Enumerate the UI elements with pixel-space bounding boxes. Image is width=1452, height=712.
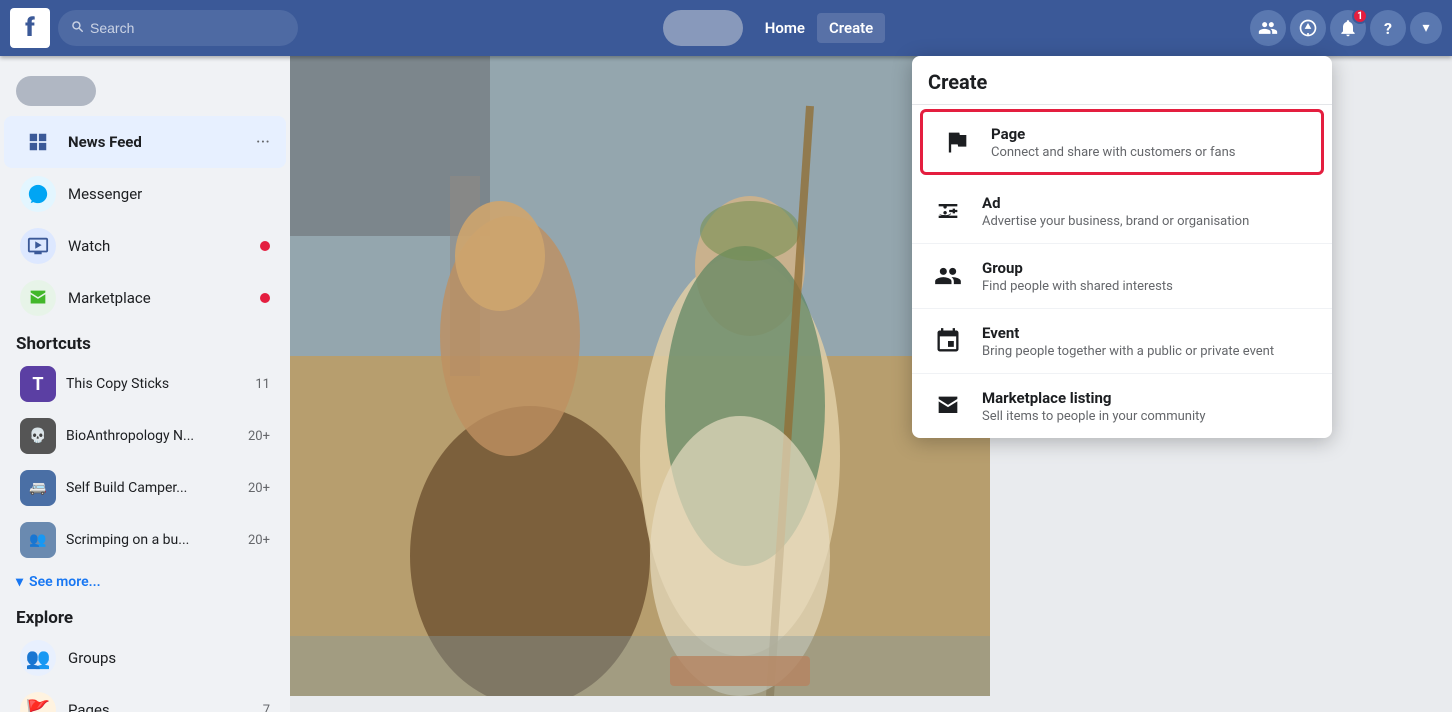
- shortcuts-label: Shortcuts: [0, 324, 290, 358]
- search-icon: [70, 19, 84, 37]
- create-item-marketplace-listing[interactable]: Marketplace listing Sell items to people…: [912, 374, 1332, 438]
- shortcut-sbc-icon: 🚐: [20, 470, 56, 506]
- shortcut-self-build-camper[interactable]: 🚐 Self Build Camper... 20+: [4, 462, 286, 514]
- create-group-desc: Find people with shared interests: [982, 279, 1316, 294]
- artwork-background: [290, 56, 990, 696]
- sidebar-profile: [0, 66, 290, 116]
- help-icon-btn[interactable]: ?: [1370, 10, 1406, 46]
- create-item-page-text: Page Connect and share with customers or…: [991, 125, 1307, 160]
- create-event-desc: Bring people together with a public or p…: [982, 344, 1316, 359]
- pages-count: 7: [263, 703, 270, 712]
- see-more-label: See more...: [29, 574, 101, 590]
- create-ad-desc: Advertise your business, brand or organi…: [982, 214, 1316, 229]
- notification-badge: 1: [1352, 8, 1368, 24]
- chevron-down-icon: ▾: [1422, 20, 1429, 36]
- sidebar-item-messenger[interactable]: Messenger: [4, 168, 286, 220]
- shortcut-this-copy-sticks[interactable]: T This Copy Sticks 11: [4, 358, 286, 410]
- create-event-title: Event: [982, 324, 1316, 342]
- create-item-page[interactable]: Page Connect and share with customers or…: [920, 109, 1324, 175]
- news-feed-options-icon[interactable]: ···: [256, 132, 270, 153]
- page-icon: [937, 122, 977, 162]
- shortcut-bioanthropology[interactable]: 💀 BioAnthropology N... 20+: [4, 410, 286, 462]
- artwork-svg: [290, 56, 990, 696]
- see-more-shortcuts[interactable]: ▾ See more...: [0, 566, 290, 598]
- shortcut-bio-count: 20+: [248, 429, 270, 444]
- shortcut-bio-icon: 💀: [20, 418, 56, 454]
- watch-notification-dot: [260, 241, 270, 251]
- shortcut-scrim-icon: 👥: [20, 522, 56, 558]
- create-item-marketplace-text: Marketplace listing Sell items to people…: [982, 389, 1316, 424]
- create-page-desc: Connect and share with customers or fans: [991, 145, 1307, 160]
- shortcut-sbc-count: 20+: [248, 481, 270, 496]
- feed-post-image: [290, 56, 990, 696]
- shortcut-scrimping[interactable]: 👥 Scrimping on a bu... 20+: [4, 514, 286, 566]
- create-page-title: Page: [991, 125, 1307, 143]
- shortcut-scrim-name: Scrimping on a bu...: [66, 532, 238, 548]
- create-item-group[interactable]: Group Find people with shared interests: [912, 244, 1332, 309]
- create-group-title: Group: [982, 259, 1316, 277]
- create-dropdown: Create Page Connect and share with custo…: [912, 56, 1332, 438]
- home-link[interactable]: Home: [753, 13, 817, 43]
- create-item-ad-text: Ad Advertise your business, brand or org…: [982, 194, 1316, 229]
- pages-label: Pages: [68, 701, 251, 712]
- watch-label: Watch: [68, 237, 248, 255]
- sidebar-item-marketplace[interactable]: Marketplace: [4, 272, 286, 324]
- left-sidebar: News Feed ··· Messenger Watch Marketplac…: [0, 56, 290, 712]
- shortcut-scrim-count: 20+: [248, 533, 270, 548]
- explore-item-pages[interactable]: 🚩 Pages 7: [4, 684, 286, 712]
- explore-label: Explore: [0, 598, 290, 632]
- friends-icon-btn[interactable]: [1250, 10, 1286, 46]
- groups-label: Groups: [68, 649, 270, 667]
- groups-icon: 👥: [20, 640, 56, 676]
- create-link[interactable]: Create: [817, 13, 885, 43]
- topnav-actions: 1 ? ▾: [1250, 10, 1442, 46]
- shortcut-bio-name: BioAnthropology N...: [66, 428, 238, 444]
- marketplace-icon: [20, 280, 56, 316]
- create-item-group-text: Group Find people with shared interests: [982, 259, 1316, 294]
- create-marketplace-title: Marketplace listing: [982, 389, 1316, 407]
- shortcut-tcs-name: This Copy Sticks: [66, 376, 245, 392]
- search-input[interactable]: [90, 20, 286, 36]
- watch-icon: [20, 228, 56, 264]
- notifications-icon-btn[interactable]: 1: [1330, 10, 1366, 46]
- more-menu-btn[interactable]: ▾: [1410, 12, 1442, 44]
- marketplace-label: Marketplace: [68, 289, 248, 307]
- pages-icon: 🚩: [20, 692, 56, 712]
- ad-icon: [928, 191, 968, 231]
- news-feed-label: News Feed: [68, 133, 244, 151]
- sidebar-item-news-feed[interactable]: News Feed ···: [4, 116, 286, 168]
- messenger-icon: [20, 176, 56, 212]
- create-item-event-text: Event Bring people together with a publi…: [982, 324, 1316, 359]
- explore-item-groups[interactable]: 👥 Groups: [4, 632, 286, 684]
- create-item-event[interactable]: Event Bring people together with a publi…: [912, 309, 1332, 374]
- search-bar[interactable]: [58, 10, 298, 46]
- messenger-label: Messenger: [68, 185, 270, 203]
- shortcut-tcs-count: 11: [255, 377, 270, 392]
- top-navigation: f Home Create 1 ?: [0, 0, 1452, 56]
- marketplace-notification-dot: [260, 293, 270, 303]
- create-ad-title: Ad: [982, 194, 1316, 212]
- news-feed-icon: [20, 124, 56, 160]
- create-dropdown-header: Create: [912, 56, 1332, 105]
- shortcut-sbc-name: Self Build Camper...: [66, 480, 238, 496]
- marketplace-listing-icon: [928, 386, 968, 426]
- chevron-down-small-icon: ▾: [16, 574, 23, 590]
- facebook-logo: f: [10, 8, 50, 48]
- sidebar-item-watch[interactable]: Watch: [4, 220, 286, 272]
- topnav-center: Home Create: [298, 10, 1250, 46]
- create-item-ad[interactable]: Ad Advertise your business, brand or org…: [912, 179, 1332, 244]
- event-icon: [928, 321, 968, 361]
- group-icon: [928, 256, 968, 296]
- messenger-icon-btn[interactable]: [1290, 10, 1326, 46]
- user-avatar[interactable]: [663, 10, 743, 46]
- create-marketplace-desc: Sell items to people in your community: [982, 409, 1316, 424]
- shortcut-tcs-icon: T: [20, 366, 56, 402]
- profile-avatar[interactable]: [16, 76, 96, 106]
- question-mark-icon: ?: [1384, 19, 1392, 38]
